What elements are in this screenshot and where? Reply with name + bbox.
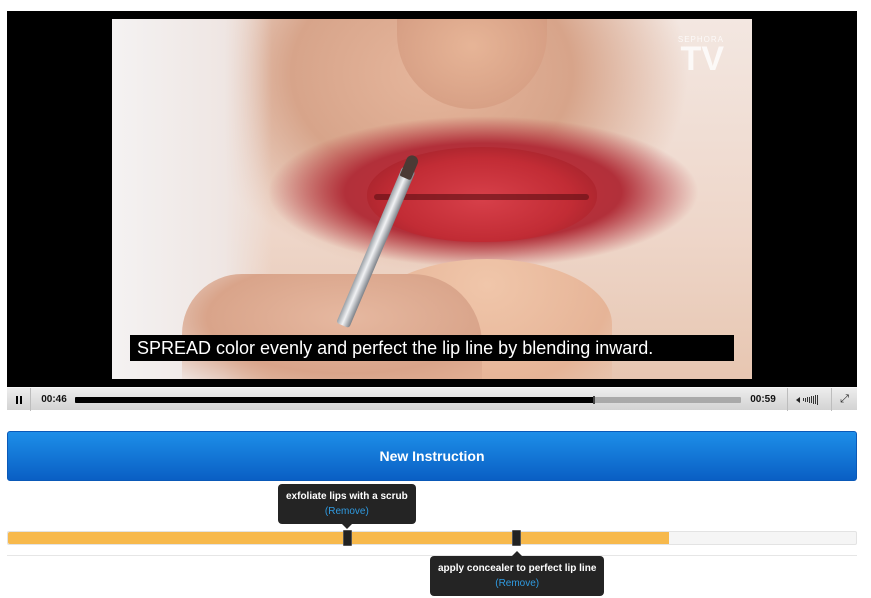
- new-instruction-button[interactable]: New Instruction: [7, 431, 857, 481]
- instruction-label: apply concealer to perfect lip line: [438, 563, 597, 574]
- volume-level-bar: [815, 395, 816, 404]
- video-nose: [397, 19, 547, 109]
- elapsed-time: 00:46: [41, 394, 67, 405]
- volume-level-bar: [817, 394, 818, 405]
- instruction-timeline[interactable]: [7, 530, 857, 546]
- video-lip-line: [374, 194, 589, 200]
- channel-logo: SEPHORA TV: [678, 35, 724, 78]
- pause-button[interactable]: [7, 388, 31, 411]
- player-controls: 00:46 00:59 ⤢: [7, 387, 857, 411]
- instruction-tooltip: apply concealer to perfect lip line (Rem…: [430, 551, 605, 596]
- volume-level-bar: [811, 396, 812, 403]
- volume-level-bar: [807, 397, 808, 402]
- volume-control[interactable]: [787, 388, 827, 411]
- speaker-icon: [796, 396, 800, 403]
- volume-level-bar: [813, 395, 814, 404]
- pause-icon: [15, 395, 22, 404]
- instruction-label: exfoliate lips with a scrub: [286, 491, 408, 502]
- timeline-fill: [8, 532, 670, 544]
- remove-instruction-link[interactable]: (Remove): [286, 504, 408, 519]
- fullscreen-icon: ⤢: [840, 393, 849, 405]
- volume-level-bar: [805, 397, 806, 402]
- video-player[interactable]: SEPHORA TV SPREAD color evenly and perfe…: [7, 11, 857, 411]
- seek-bar-handle[interactable]: [593, 396, 596, 404]
- fullscreen-button[interactable]: ⤢: [831, 388, 857, 411]
- instruction-marker[interactable]: [512, 530, 522, 546]
- video-frame[interactable]: SEPHORA TV SPREAD color evenly and perfe…: [112, 19, 752, 379]
- volume-level-bar: [809, 396, 810, 403]
- instruction-tooltip: exfoliate lips with a scrub (Remove): [278, 484, 416, 529]
- seek-bar[interactable]: [75, 396, 741, 404]
- volume-level-bar: [803, 398, 804, 401]
- instruction-marker[interactable]: [342, 530, 352, 546]
- remove-instruction-link[interactable]: (Remove): [438, 576, 596, 591]
- logo-tv: TV: [680, 40, 724, 78]
- seek-bar-played: [75, 397, 595, 403]
- video-caption: SPREAD color evenly and perfect the lip …: [130, 335, 734, 361]
- video-hand: [182, 274, 482, 379]
- total-time: 00:59: [750, 394, 776, 405]
